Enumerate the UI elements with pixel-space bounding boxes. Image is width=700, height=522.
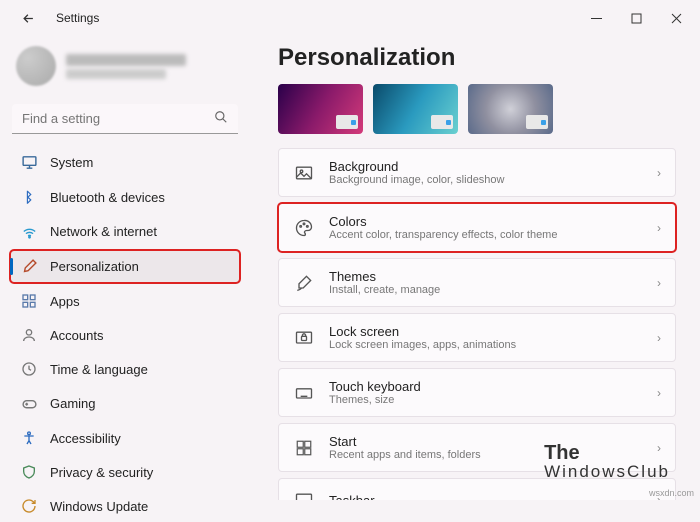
minimize-button[interactable] xyxy=(576,3,616,33)
card-touchkeyboard[interactable]: Touch keyboard Themes, size › xyxy=(278,368,676,417)
user-profile[interactable] xyxy=(10,42,240,96)
chevron-right-icon: › xyxy=(657,276,661,290)
sidebar-item-label: System xyxy=(50,155,93,170)
bluetooth-icon: ᛒ xyxy=(20,189,38,205)
sidebar-item-time[interactable]: Time & language xyxy=(10,353,240,385)
maximize-icon xyxy=(631,13,642,24)
card-title: Themes xyxy=(329,269,643,284)
sidebar-item-update[interactable]: Windows Update xyxy=(10,490,240,522)
back-button[interactable] xyxy=(14,4,42,32)
card-background[interactable]: Background Background image, color, slid… xyxy=(278,148,676,197)
chevron-right-icon: › xyxy=(657,441,661,455)
chevron-right-icon: › xyxy=(657,493,661,500)
clock-icon xyxy=(20,361,38,377)
sidebar-item-label: Accessibility xyxy=(50,431,121,446)
card-title: Taskbar xyxy=(329,493,643,501)
palette-icon xyxy=(293,217,315,239)
card-title: Lock screen xyxy=(329,324,643,339)
sidebar-item-personalization[interactable]: Personalization xyxy=(10,250,240,283)
card-themes[interactable]: Themes Install, create, manage › xyxy=(278,258,676,307)
card-subtitle: Background image, color, slideshow xyxy=(329,174,643,186)
accessibility-icon xyxy=(20,430,38,446)
card-subtitle: Recent apps and items, folders xyxy=(329,449,643,461)
keyboard-icon xyxy=(293,382,315,404)
minimize-icon xyxy=(591,13,602,24)
theme-thumbnail[interactable] xyxy=(373,84,458,134)
sidebar-item-label: Windows Update xyxy=(50,499,148,514)
sidebar-item-label: Bluetooth & devices xyxy=(50,190,165,205)
sidebar-item-label: Gaming xyxy=(50,396,96,411)
theme-mini-icon xyxy=(431,115,453,129)
search-box[interactable] xyxy=(12,104,238,134)
user-name xyxy=(66,54,186,66)
sidebar-item-label: Apps xyxy=(50,294,80,309)
titlebar: Settings xyxy=(0,0,700,36)
paintbrush-icon xyxy=(20,258,38,275)
sidebar-item-apps[interactable]: Apps xyxy=(10,285,240,317)
theme-thumbnails xyxy=(278,84,676,134)
person-icon xyxy=(20,327,38,343)
lockscreen-icon xyxy=(293,327,315,349)
picture-icon xyxy=(293,162,315,184)
card-taskbar[interactable]: Taskbar › xyxy=(278,478,676,500)
sidebar-item-system[interactable]: System xyxy=(10,146,240,179)
close-button[interactable] xyxy=(656,3,696,33)
display-icon xyxy=(20,154,38,171)
card-title: Colors xyxy=(329,214,643,229)
sidebar-item-label: Personalization xyxy=(50,259,139,274)
card-colors[interactable]: Colors Accent color, transparency effect… xyxy=(278,203,676,252)
card-start[interactable]: Start Recent apps and items, folders › xyxy=(278,423,676,472)
search-input[interactable] xyxy=(22,111,214,126)
card-subtitle: Install, create, manage xyxy=(329,284,643,296)
taskbar-icon xyxy=(293,489,315,500)
sidebar-item-accessibility[interactable]: Accessibility xyxy=(10,422,240,454)
arrow-left-icon xyxy=(21,11,36,26)
start-icon xyxy=(293,437,315,459)
card-title: Background xyxy=(329,159,643,174)
card-subtitle: Themes, size xyxy=(329,394,643,406)
avatar xyxy=(16,46,56,86)
user-info xyxy=(66,54,186,79)
sidebar-item-privacy[interactable]: Privacy & security xyxy=(10,456,240,488)
close-icon xyxy=(671,13,682,24)
theme-mini-icon xyxy=(336,115,358,129)
chevron-right-icon: › xyxy=(657,386,661,400)
sidebar-item-accounts[interactable]: Accounts xyxy=(10,319,240,351)
page-heading: Personalization xyxy=(278,44,676,72)
theme-thumbnail[interactable] xyxy=(468,84,553,134)
theme-thumbnail[interactable] xyxy=(278,84,363,134)
user-email xyxy=(66,69,166,79)
search-icon xyxy=(214,110,228,127)
card-lockscreen[interactable]: Lock screen Lock screen images, apps, an… xyxy=(278,313,676,362)
sidebar-item-label: Accounts xyxy=(50,328,103,343)
card-subtitle: Accent color, transparency effects, colo… xyxy=(329,229,643,241)
sidebar-item-label: Network & internet xyxy=(50,224,157,239)
card-subtitle: Lock screen images, apps, animations xyxy=(329,339,643,351)
sidebar-item-gaming[interactable]: Gaming xyxy=(10,387,240,420)
sidebar: System ᛒ Bluetooth & devices Network & i… xyxy=(0,36,250,500)
sidebar-item-bluetooth[interactable]: ᛒ Bluetooth & devices xyxy=(10,181,240,213)
gaming-icon xyxy=(20,395,38,412)
sidebar-item-label: Privacy & security xyxy=(50,465,153,480)
main-content: Personalization Background Background im… xyxy=(250,36,700,500)
window-title: Settings xyxy=(56,11,99,25)
shield-icon xyxy=(20,464,38,480)
card-title: Touch keyboard xyxy=(329,379,643,394)
sidebar-item-label: Time & language xyxy=(50,362,148,377)
chevron-right-icon: › xyxy=(657,221,661,235)
brush-icon xyxy=(293,272,315,294)
chevron-right-icon: › xyxy=(657,166,661,180)
wifi-icon xyxy=(20,223,38,240)
theme-mini-icon xyxy=(526,115,548,129)
maximize-button[interactable] xyxy=(616,3,656,33)
chevron-right-icon: › xyxy=(657,331,661,345)
update-icon xyxy=(20,498,38,514)
sidebar-item-network[interactable]: Network & internet xyxy=(10,215,240,248)
window-controls xyxy=(576,3,696,33)
card-title: Start xyxy=(329,434,643,449)
apps-icon xyxy=(20,293,38,309)
